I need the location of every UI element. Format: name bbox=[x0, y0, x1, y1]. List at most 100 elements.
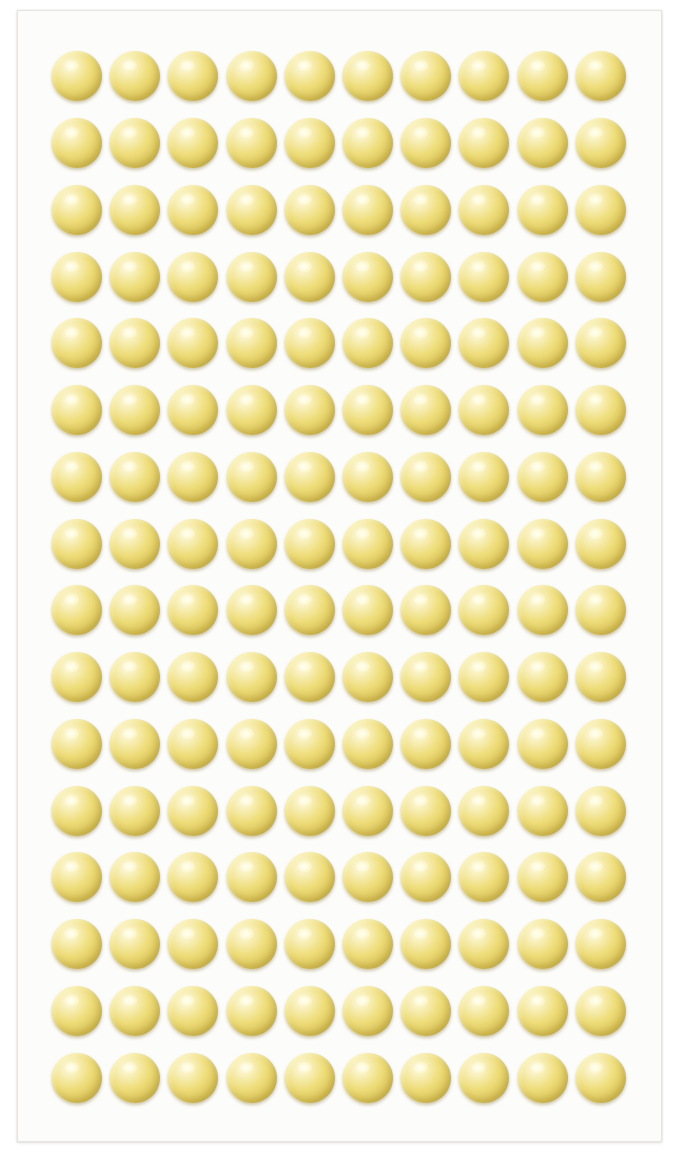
pearl bbox=[401, 919, 452, 970]
pearl bbox=[284, 652, 335, 703]
pearl bbox=[401, 51, 452, 102]
pearl bbox=[343, 118, 394, 169]
pearl-cell bbox=[339, 110, 397, 177]
pearl bbox=[575, 919, 626, 970]
pearl bbox=[110, 852, 161, 903]
pearl-cell bbox=[48, 110, 106, 177]
pearl bbox=[343, 785, 394, 836]
pearl bbox=[459, 385, 510, 436]
pearl-cell bbox=[106, 777, 164, 844]
pearl bbox=[226, 852, 277, 903]
pearl-cell bbox=[339, 978, 397, 1045]
pearl-cell bbox=[106, 310, 164, 377]
pearl bbox=[517, 318, 568, 369]
pearl bbox=[517, 785, 568, 836]
pearl bbox=[226, 919, 277, 970]
pearl bbox=[110, 518, 161, 569]
pearl bbox=[168, 985, 219, 1036]
pearl-cell bbox=[572, 243, 630, 310]
pearl-cell bbox=[106, 577, 164, 644]
pearl-cell bbox=[572, 644, 630, 711]
pearl-cell bbox=[514, 911, 572, 978]
pearl-cell bbox=[106, 43, 164, 110]
pearl bbox=[168, 785, 219, 836]
pearl-cell bbox=[397, 310, 455, 377]
pearl bbox=[168, 51, 219, 102]
pearl-cell bbox=[339, 310, 397, 377]
pearl bbox=[226, 652, 277, 703]
pearl bbox=[226, 985, 277, 1036]
pearl bbox=[226, 451, 277, 502]
pearl-cell bbox=[514, 444, 572, 511]
pearl bbox=[52, 318, 103, 369]
pearl bbox=[226, 318, 277, 369]
pearl-cell bbox=[106, 510, 164, 577]
pearl-cell bbox=[455, 43, 513, 110]
pearl bbox=[52, 852, 103, 903]
pearl-cell bbox=[281, 711, 339, 778]
pearl bbox=[401, 785, 452, 836]
pearl bbox=[168, 318, 219, 369]
pearl-cell bbox=[106, 444, 164, 511]
pearl-cell bbox=[339, 911, 397, 978]
pearl bbox=[517, 51, 568, 102]
pearl bbox=[52, 985, 103, 1036]
pearl-cell bbox=[164, 577, 222, 644]
pearl-cell bbox=[514, 1044, 572, 1111]
pearl-cell bbox=[223, 911, 281, 978]
pearl-cell bbox=[455, 978, 513, 1045]
pearl-cell bbox=[223, 644, 281, 711]
pearl-cell bbox=[572, 844, 630, 911]
pearl-cell bbox=[223, 43, 281, 110]
pearl-cell bbox=[281, 243, 339, 310]
pearl-cell bbox=[281, 644, 339, 711]
pearl bbox=[110, 652, 161, 703]
pearl-cell bbox=[281, 110, 339, 177]
pearl-cell bbox=[164, 444, 222, 511]
pearl bbox=[401, 1052, 452, 1103]
pearl bbox=[168, 585, 219, 636]
pearl bbox=[401, 251, 452, 302]
pearl bbox=[575, 985, 626, 1036]
pearl bbox=[459, 451, 510, 502]
pearl-grid bbox=[48, 43, 630, 1111]
pearl bbox=[459, 51, 510, 102]
pearl-cell bbox=[48, 43, 106, 110]
pearl bbox=[343, 652, 394, 703]
pearl-cell bbox=[281, 844, 339, 911]
pearl-cell bbox=[397, 644, 455, 711]
pearl bbox=[52, 518, 103, 569]
pearl-cell bbox=[164, 1044, 222, 1111]
pearl bbox=[517, 985, 568, 1036]
pearl bbox=[52, 251, 103, 302]
pearl-cell bbox=[281, 444, 339, 511]
pearl-cell bbox=[514, 644, 572, 711]
pearl bbox=[284, 585, 335, 636]
pearl bbox=[401, 852, 452, 903]
pearl-cell bbox=[106, 377, 164, 444]
pearl-cell bbox=[572, 978, 630, 1045]
pearl-cell bbox=[339, 510, 397, 577]
pearl bbox=[459, 585, 510, 636]
pearl bbox=[226, 118, 277, 169]
pearl-cell bbox=[223, 844, 281, 911]
pearl-cell bbox=[164, 243, 222, 310]
pearl bbox=[110, 985, 161, 1036]
pearl-cell bbox=[164, 777, 222, 844]
pearl-cell bbox=[397, 777, 455, 844]
pearl-cell bbox=[223, 110, 281, 177]
pearl-cell bbox=[223, 510, 281, 577]
pearl bbox=[110, 318, 161, 369]
pearl-cell bbox=[514, 243, 572, 310]
pearl-cell bbox=[514, 711, 572, 778]
pearl-cell bbox=[106, 644, 164, 711]
pearl-cell bbox=[455, 510, 513, 577]
pearl-cell bbox=[106, 911, 164, 978]
pearl-cell bbox=[514, 577, 572, 644]
pearl-cell bbox=[223, 310, 281, 377]
sticker-sheet bbox=[17, 10, 662, 1142]
pearl-cell bbox=[223, 711, 281, 778]
pearl bbox=[343, 184, 394, 235]
pearl-cell bbox=[572, 777, 630, 844]
pearl bbox=[52, 51, 103, 102]
